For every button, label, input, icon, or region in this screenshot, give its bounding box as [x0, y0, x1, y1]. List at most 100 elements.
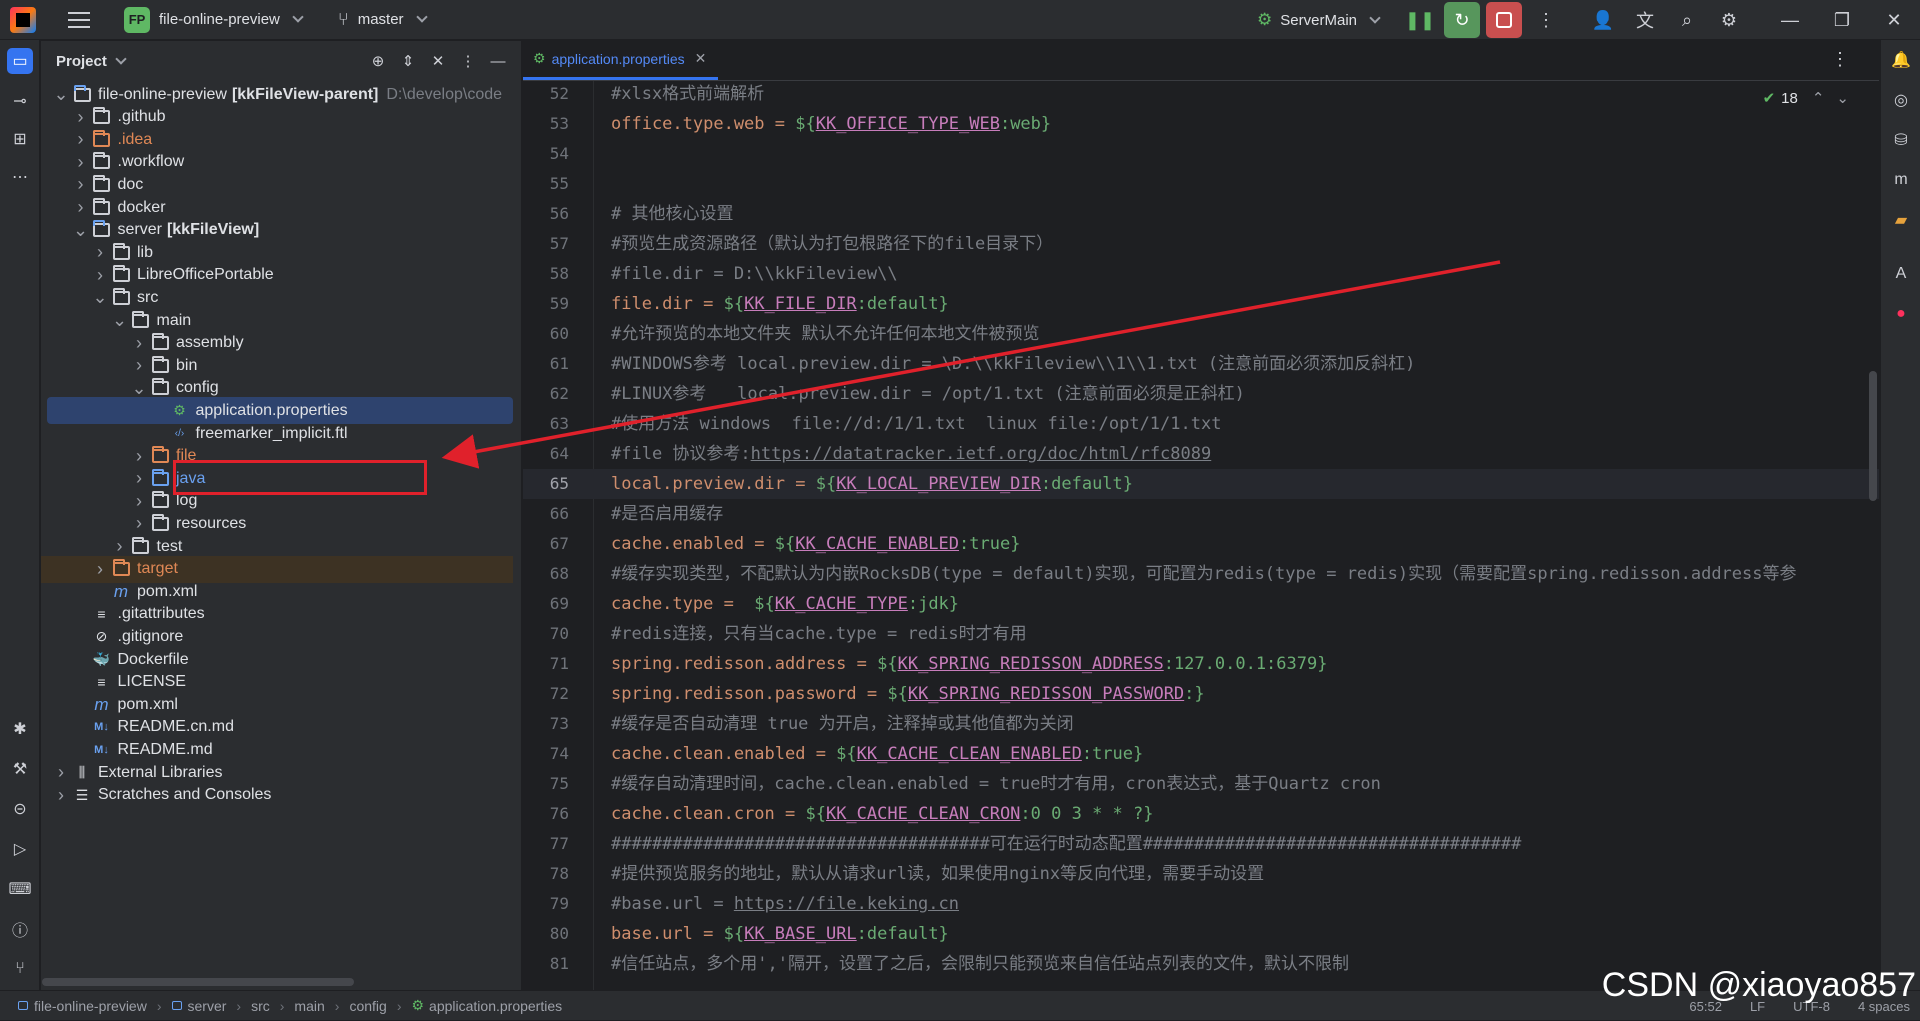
code-line[interactable]: 52 #xlsx格式前端解析: [523, 81, 1879, 109]
code-view[interactable]: 52 #xlsx格式前端解析 53 office.type.web = ${KK_OF…: [523, 81, 1879, 990]
rerun-icon[interactable]: ↻: [1444, 2, 1480, 38]
chevron-right-icon[interactable]: ›: [71, 107, 91, 128]
chevron-right-icon[interactable]: ›: [71, 129, 91, 150]
project-panel-title[interactable]: Project: [56, 53, 107, 70]
chevron-right-icon[interactable]: ›: [71, 152, 91, 173]
code-line[interactable]: 67 cache.enabled = ${KK_CACHE_ENABLED:tru…: [523, 529, 1879, 559]
code-line[interactable]: 79 #base.url = https://file.keking.cn: [523, 889, 1879, 919]
commit-icon[interactable]: ⊸: [7, 88, 33, 114]
main-menu-icon[interactable]: [68, 11, 90, 28]
build-icon[interactable]: ⚒: [7, 756, 33, 782]
plugin-icon[interactable]: ●: [1889, 302, 1913, 326]
chevron-down-icon[interactable]: ⌄: [110, 310, 130, 331]
code-line[interactable]: 57 #预览生成资源路径（默认为打包根路径下的file目录下）: [523, 229, 1879, 259]
translate-icon[interactable]: 文: [1627, 2, 1663, 38]
code-line[interactable]: 64 #file 协议参考:https://datatracker.ietf.or…: [523, 439, 1879, 469]
git-icon[interactable]: ⑂: [7, 956, 33, 982]
code-line[interactable]: 59 file.dir = ${KK_FILE_DIR:default}: [523, 289, 1879, 319]
code-line[interactable]: 73 #缓存是否自动清理 true 为开启，注释掉或其他值都为关闭: [523, 709, 1879, 739]
tree-item[interactable]: › ☰ Scratches and Consoles: [41, 782, 513, 809]
chevron-right-icon[interactable]: ›: [110, 536, 130, 557]
chevron-right-icon[interactable]: ›: [129, 333, 149, 354]
breadcrumb-item[interactable]: config: [349, 998, 386, 1014]
debug-icon[interactable]: ✱: [7, 716, 33, 742]
tab-options-icon[interactable]: ⋮: [1831, 49, 1849, 70]
code-line[interactable]: 65 local.preview.dir = ${KK_LOCAL_PREVIEW…: [523, 469, 1879, 499]
chevron-down-icon[interactable]: ⌄: [51, 84, 71, 105]
run-configuration-selector[interactable]: ⚙ ServerMain: [1257, 10, 1381, 30]
chevron-right-icon[interactable]: ›: [129, 491, 149, 512]
inspection-widget[interactable]: ✔ 18 ⌃ ⌄: [1763, 89, 1849, 108]
project-badge[interactable]: FP: [124, 6, 150, 33]
breadcrumb-item[interactable]: file-online-preview: [34, 998, 147, 1014]
horizontal-scrollbar[interactable]: [42, 978, 354, 986]
chevron-right-icon[interactable]: ›: [71, 174, 91, 195]
structure-icon[interactable]: ⊞: [7, 126, 33, 152]
more-actions-icon[interactable]: ⋮: [1528, 2, 1564, 38]
ai-assistant-icon[interactable]: ◎: [1889, 88, 1913, 112]
chevron-right-icon[interactable]: ›: [129, 446, 149, 467]
code-line[interactable]: 71 spring.redisson.address = ${KK_SPRING_…: [523, 649, 1879, 679]
restore-icon[interactable]: ❐: [1816, 0, 1868, 40]
code-line[interactable]: 69 cache.type = ${KK_CACHE_TYPE:jdk}: [523, 589, 1879, 619]
code-line[interactable]: 61 #WINDOWS参考 local.preview.dir = \D:\\kk…: [523, 349, 1879, 379]
search-icon[interactable]: ⌕: [1669, 2, 1705, 38]
more-tools-icon[interactable]: ⋯: [7, 164, 33, 190]
terminal-icon[interactable]: ⌨: [7, 876, 33, 902]
code-line[interactable]: 54: [523, 139, 1879, 169]
code-line[interactable]: 76 cache.clean.cron = ${KK_CACHE_CLEAN_CR…: [523, 799, 1879, 829]
chevron-right-icon[interactable]: ›: [90, 559, 110, 580]
code-line[interactable]: 58 #file.dir = D:\\kkFileview\\: [523, 259, 1879, 289]
chevron-right-icon[interactable]: ›: [129, 468, 149, 489]
maven-icon[interactable]: m: [1889, 168, 1913, 192]
code-line[interactable]: 70 #redis连接，只有当cache.type = redis时才有用: [523, 619, 1879, 649]
code-line[interactable]: 78 #提供预览服务的地址，默认从请求url读，如果使用nginx等反向代理，需要…: [523, 859, 1879, 889]
services-icon[interactable]: ⊝: [7, 796, 33, 822]
editor-scrollbar[interactable]: [1869, 371, 1877, 501]
notifications-icon[interactable]: 🔔: [1889, 48, 1913, 72]
code-line[interactable]: 68 #缓存实现类型，不配默认为内嵌RocksDB(type = default)…: [523, 559, 1879, 589]
locate-icon[interactable]: ⊕: [363, 49, 393, 73]
intellij-logo-icon[interactable]: [10, 6, 36, 33]
next-highlight-icon[interactable]: ⌄: [1836, 89, 1849, 107]
pause-icon[interactable]: ❚❚: [1402, 2, 1438, 38]
settings-gear-icon[interactable]: ⚙: [1711, 2, 1747, 38]
code-line[interactable]: 53 office.type.web = ${KK_OFFICE_TYPE_WEB…: [523, 109, 1879, 139]
chevron-right-icon[interactable]: ›: [51, 762, 71, 783]
problems-icon[interactable]: ⓘ: [7, 916, 33, 942]
chevron-down-icon[interactable]: ⌄: [71, 220, 91, 241]
breadcrumb-item[interactable]: src: [251, 998, 270, 1014]
code-line[interactable]: 63 #使用方法 windows file://d:/1/1.txt linux …: [523, 409, 1879, 439]
code-line[interactable]: 55: [523, 169, 1879, 199]
code-line[interactable]: 74 cache.clean.enabled = ${KK_CACHE_CLEAN…: [523, 739, 1879, 769]
code-line[interactable]: 62 #LINUX参考 local.preview.dir = /opt/1.tx…: [523, 379, 1879, 409]
translation-icon[interactable]: A: [1889, 262, 1913, 286]
code-line[interactable]: 75 #缓存自动清理时间，cache.clean.enabled = true时才…: [523, 769, 1879, 799]
collapse-all-icon[interactable]: ✕: [423, 49, 453, 73]
code-line[interactable]: 56 # 其他核心设置: [523, 199, 1879, 229]
database-icon[interactable]: ⛁: [1889, 128, 1913, 152]
run-icon[interactable]: ▷: [7, 836, 33, 862]
code-line[interactable]: 60 #允许预览的本地文件夹 默认不允许任何本地文件被预览: [523, 319, 1879, 349]
chevron-right-icon[interactable]: ›: [71, 197, 91, 218]
chevron-down-icon[interactable]: [415, 11, 428, 23]
minimize-icon[interactable]: —: [1764, 0, 1816, 40]
chevron-right-icon[interactable]: ›: [90, 265, 110, 286]
code-line[interactable]: 77 #####################################可…: [523, 829, 1879, 859]
close-tab-icon[interactable]: ✕: [695, 50, 707, 67]
branch-name[interactable]: master: [358, 11, 404, 28]
hide-icon[interactable]: —: [483, 49, 513, 73]
chevron-right-icon[interactable]: ›: [129, 355, 149, 376]
close-window-icon[interactable]: ✕: [1868, 0, 1920, 40]
breadcrumb-item[interactable]: server: [188, 998, 227, 1014]
code-line[interactable]: 66 #是否启用缓存: [523, 499, 1879, 529]
add-user-icon[interactable]: 👤: [1585, 2, 1621, 38]
project-tool-icon[interactable]: ▭: [7, 48, 33, 74]
code-line[interactable]: 80 base.url = ${KK_BASE_URL:default}: [523, 919, 1879, 949]
chevron-right-icon[interactable]: ›: [129, 513, 149, 534]
tab-application-properties[interactable]: ⚙ application.properties ✕: [523, 40, 719, 80]
git-branch-icon[interactable]: ⑂: [338, 9, 349, 30]
chevron-down-icon[interactable]: [115, 52, 127, 65]
expand-all-icon[interactable]: ⇕: [393, 49, 423, 73]
code-line[interactable]: 72 spring.redisson.password = ${KK_SPRING…: [523, 679, 1879, 709]
